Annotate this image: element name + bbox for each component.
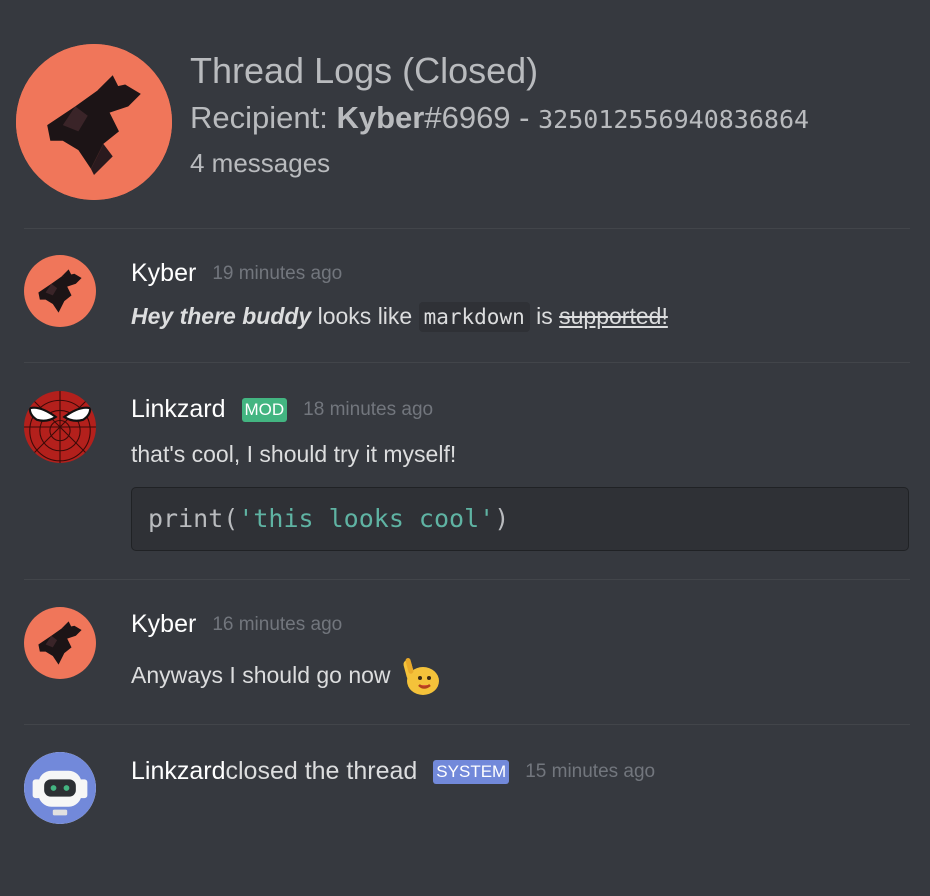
wave-emoji-icon <box>402 658 439 695</box>
message-content: Hey there buddy looks like markdown is s… <box>131 302 668 332</box>
code-string: 'this looks cool' <box>238 504 495 533</box>
recipient-separator: - <box>510 100 539 135</box>
message-item: Linkzard MOD 18 minutes ago that's cool,… <box>0 363 930 579</box>
avatar[interactable] <box>24 752 96 824</box>
wolf-logo-icon <box>24 255 96 327</box>
strikethrough-text: supported! <box>559 303 668 329</box>
recipient-prefix: Recipient: <box>190 100 337 135</box>
recipient-id: 325012556940836864 <box>538 105 810 134</box>
spiderman-mask-icon <box>24 391 96 463</box>
author-name[interactable]: Linkzard <box>131 395 226 424</box>
avatar[interactable] <box>24 255 96 327</box>
author-name[interactable]: Kyber <box>131 259 196 288</box>
recipient-name[interactable]: Kyber <box>336 100 424 135</box>
wolf-logo-icon <box>24 607 96 679</box>
message-header: Kyber 16 minutes ago <box>131 610 342 639</box>
recipient-discriminator: #6969 <box>424 100 511 135</box>
message-content: that's cool, I should try it myself! <box>131 441 457 467</box>
message-item: Kyber 16 minutes ago Anyways I should go… <box>0 580 930 724</box>
message-count: 4 messages <box>190 148 331 178</box>
author-name[interactable]: Linkzard <box>131 757 226 786</box>
message-text: is <box>529 303 560 329</box>
code-block: print('this looks cool') <box>131 487 909 551</box>
code-token: print( <box>148 504 239 533</box>
system-badge: SYSTEM <box>433 759 510 784</box>
message-header: Linkzard MOD 18 minutes ago <box>131 395 433 424</box>
inline-code: markdown <box>418 302 530 332</box>
message-header: Kyber 19 minutes ago <box>131 259 342 288</box>
timestamp: 15 minutes ago <box>525 760 656 782</box>
message-content: Anyways I should go now <box>131 656 441 698</box>
recipient-line: Recipient: Kyber#6969 - 3250125569408368… <box>190 100 809 136</box>
message-text: looks like <box>311 303 419 329</box>
author-name[interactable]: Kyber <box>131 610 196 639</box>
system-message: Linkzard closed the thread SYSTEM 15 min… <box>0 725 930 845</box>
timestamp: 18 minutes ago <box>303 398 434 420</box>
page-title: Thread Logs (Closed) <box>190 50 539 91</box>
message-header: Linkzard closed the thread SYSTEM 15 min… <box>131 757 655 786</box>
system-action-text: closed the thread <box>225 757 418 785</box>
avatar[interactable] <box>24 391 96 463</box>
wolf-logo-icon <box>16 44 172 200</box>
bot-avatar-icon <box>24 752 96 824</box>
code-token: ) <box>494 504 510 533</box>
thread-header: Thread Logs (Closed) Recipient: Kyber#69… <box>0 0 930 228</box>
timestamp: 19 minutes ago <box>212 262 343 284</box>
avatar[interactable] <box>24 607 96 679</box>
bold-italic-text: Hey there buddy <box>131 303 312 329</box>
recipient-avatar <box>16 44 172 200</box>
timestamp: 16 minutes ago <box>212 613 343 635</box>
mod-badge: MOD <box>241 397 288 422</box>
message-text: Anyways I should go now <box>131 662 391 689</box>
message-item: Kyber 19 minutes ago Hey there buddy loo… <box>0 229 930 362</box>
